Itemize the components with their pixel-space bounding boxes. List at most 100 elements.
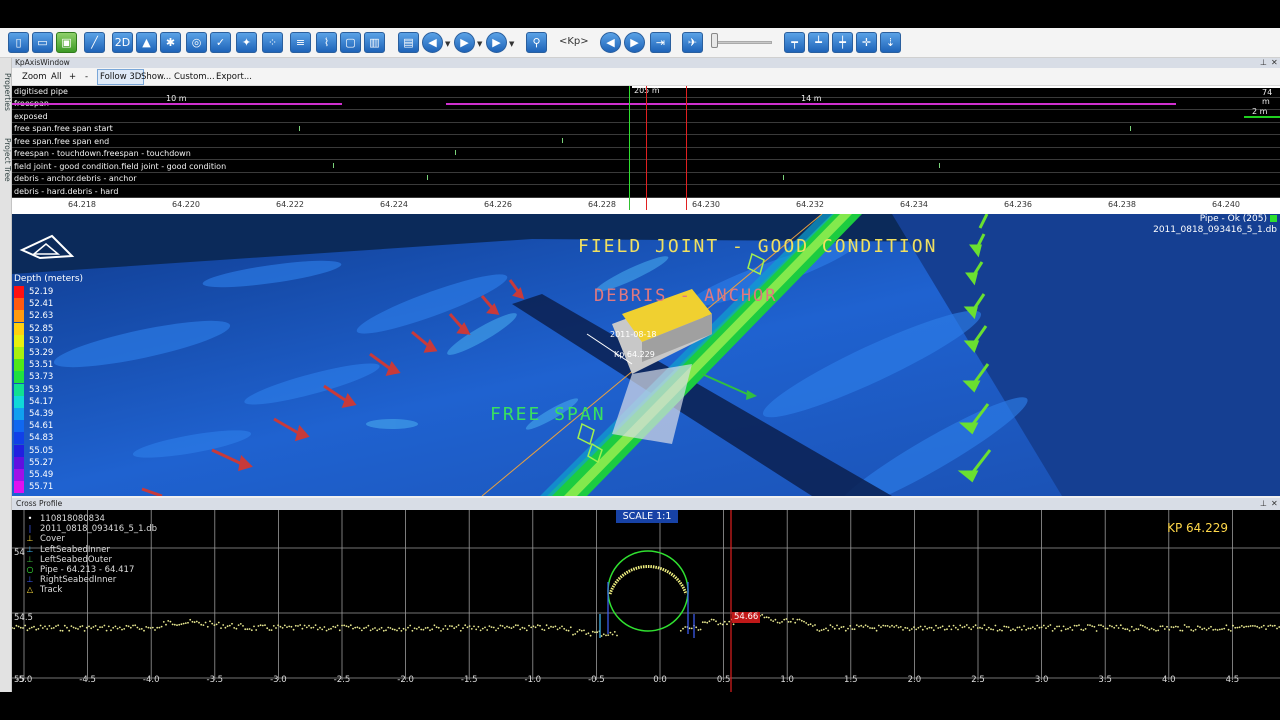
properties-tab[interactable]: Properties — [0, 62, 12, 122]
seabed-point — [55, 625, 57, 627]
seabed-point — [1214, 628, 1217, 631]
x-axis-label: -4.0 — [142, 675, 160, 685]
seabed-point — [1170, 626, 1173, 628]
step-back-dropdown-icon[interactable]: ▼ — [445, 40, 450, 48]
seabed-point — [1141, 624, 1144, 627]
align-top-icon[interactable]: ┯ — [784, 32, 805, 53]
event-mark[interactable] — [427, 175, 428, 180]
close-icon[interactable]: ✕ — [1271, 58, 1278, 68]
settings-gear-icon[interactable]: ✱ — [160, 32, 181, 53]
seabed-point — [453, 627, 456, 630]
layers-tool-icon[interactable]: ⁘ — [262, 32, 283, 53]
nav-back-icon[interactable]: ◀ — [600, 32, 621, 53]
seabed-point — [369, 629, 372, 632]
seabed-point — [321, 628, 324, 631]
cross-legend-item: | 2011_0818_093416_5_1.db — [29, 524, 157, 534]
debris-label: DEBRIS - ANCHOR — [594, 286, 778, 306]
seabed-point — [1201, 628, 1204, 631]
seabed-point — [1100, 624, 1102, 626]
seabed-point — [1190, 629, 1193, 631]
kp-label[interactable]: <Kp> — [559, 36, 589, 47]
zoom-out-button[interactable]: - — [85, 71, 88, 83]
aircraft-view-icon[interactable]: ✈ — [682, 32, 703, 53]
seabed-point — [558, 627, 561, 629]
seabed-point — [105, 629, 108, 632]
2d-view-icon[interactable]: 2D — [112, 32, 133, 53]
seabed-point — [323, 626, 326, 628]
depth-legend-swatch — [14, 420, 24, 433]
save-icon[interactable]: ▣ — [56, 32, 77, 53]
step-back-icon[interactable]: ◀ — [422, 32, 443, 53]
navigate-arrow-icon[interactable]: ▲ — [136, 32, 157, 53]
event-mark[interactable] — [299, 126, 300, 131]
freespan-length-label: 14 m — [801, 94, 822, 103]
cross-profile-plot[interactable]: • 110818080834 | 2011_0818_093416_5_1.db ⊥ Co… — [11, 510, 1280, 692]
book-tool-icon[interactable]: ▥ — [364, 32, 385, 53]
seabed-point — [272, 625, 275, 627]
fit-view-icon[interactable]: ✛ — [856, 32, 877, 53]
export-tool-icon[interactable]: ⇥ — [650, 32, 671, 53]
seabed-point — [385, 629, 387, 632]
seabed-point — [116, 627, 119, 630]
distribute-icon[interactable]: ┿ — [832, 32, 853, 53]
kp-axis[interactable]: 64.218 64.220 64.222 64.224 64.226 64.22… — [12, 198, 1280, 214]
nav-forward-icon[interactable]: ▶ — [624, 32, 645, 53]
seabed-point — [145, 626, 148, 628]
zoom-all-button[interactable]: All — [51, 71, 62, 83]
depth-legend-swatch — [14, 298, 24, 311]
event-mark[interactable] — [455, 150, 456, 155]
event-mark[interactable] — [783, 175, 784, 180]
seabed-point — [695, 626, 698, 629]
depth-legend-value: 54.61 — [29, 421, 54, 432]
close-icon[interactable]: ✕ — [1271, 499, 1278, 509]
seabed-point — [26, 629, 29, 632]
network-tool-icon[interactable]: ✦ — [236, 32, 257, 53]
new-file-icon[interactable]: ▯ — [8, 32, 29, 53]
event-mark[interactable] — [939, 163, 940, 168]
play-icon[interactable]: ▶ — [454, 32, 475, 53]
follow-3d-button[interactable]: Follow 3D — [97, 69, 145, 85]
seabed-point — [1174, 625, 1177, 628]
seabed-point — [607, 634, 610, 636]
event-tracks[interactable]: digitised pipe freespan exposed free spa… — [12, 86, 1280, 198]
export-button[interactable]: Export... — [216, 71, 252, 83]
show-button[interactable]: Show... — [141, 71, 171, 83]
key-tool-icon[interactable]: ⚲ — [526, 32, 547, 53]
measure-tool-icon[interactable]: ╱ — [84, 32, 105, 53]
seabed-point — [1168, 628, 1171, 631]
seabed-point — [464, 624, 467, 627]
seabed-point — [519, 628, 522, 631]
pin-view-icon[interactable]: ⇣ — [880, 32, 901, 53]
free-span-label: FREE SPAN — [490, 404, 606, 425]
play-dropdown-icon[interactable]: ▼ — [477, 40, 482, 48]
seabed-point — [253, 625, 255, 628]
custom-button[interactable]: Custom... — [174, 71, 215, 83]
align-bottom-icon[interactable]: ┷ — [808, 32, 829, 53]
pin-icon[interactable]: ⊥ — [1260, 499, 1267, 509]
check-tool-icon[interactable]: ✓ — [210, 32, 231, 53]
seabed-point — [211, 622, 214, 625]
seabed-point — [862, 626, 865, 628]
zoom-in-button[interactable]: + — [69, 71, 76, 83]
play-options-icon[interactable]: ▶ — [486, 32, 507, 53]
project-tree-tab[interactable]: Project Tree — [0, 128, 12, 192]
cross-legend-text: Cover — [40, 534, 65, 545]
pipe-tool-icon[interactable]: ◎ — [186, 32, 207, 53]
speed-slider-thumb[interactable] — [711, 33, 718, 48]
speed-slider-track[interactable] — [712, 41, 772, 44]
video-camera-icon[interactable]: ▤ — [398, 32, 419, 53]
depth-legend-value: 53.51 — [29, 360, 54, 371]
seabed-point — [836, 624, 838, 627]
seabed-point — [1256, 625, 1259, 628]
frame-tool-icon[interactable]: ▢ — [340, 32, 361, 53]
open-folder-icon[interactable]: ▭ — [32, 32, 53, 53]
event-mark[interactable] — [333, 163, 334, 168]
seabed-3d-view[interactable]: Depth (meters) 52.19 52.41 52.63 52.85 53.07… — [12, 214, 1280, 496]
play-options-dropdown-icon[interactable]: ▼ — [509, 40, 514, 48]
pin-icon[interactable]: ⊥ — [1260, 58, 1267, 68]
seabed-point — [1234, 626, 1237, 629]
event-mark[interactable] — [562, 138, 563, 143]
route-tool-icon[interactable]: ⌇ — [316, 32, 337, 53]
event-mark[interactable] — [1130, 126, 1131, 131]
ruler-tool-icon[interactable]: ≡ — [290, 32, 311, 53]
